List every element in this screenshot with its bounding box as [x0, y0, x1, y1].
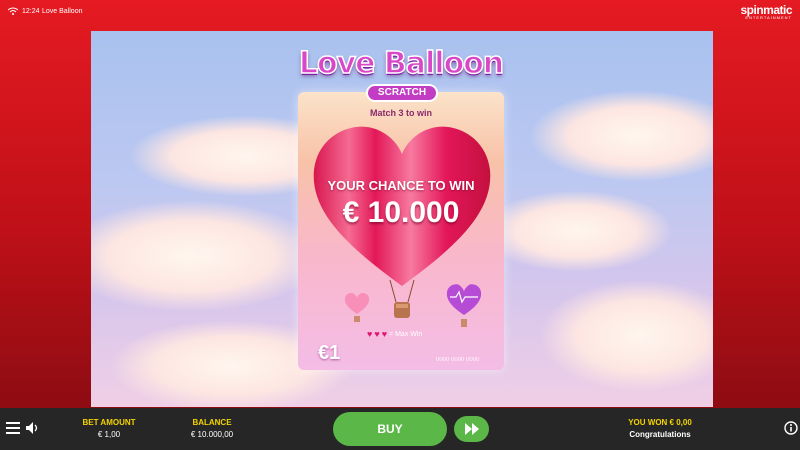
- small-balloon-left: [344, 293, 370, 322]
- max-win-legend: ♥ ♥ ♥ = Max Win: [367, 329, 422, 339]
- app-title: Love Balloon: [42, 8, 83, 15]
- ticket-price: €1: [318, 342, 341, 364]
- buy-button[interactable]: BUY: [333, 412, 447, 446]
- game-logo: Love Balloon SCRATCH: [288, 45, 514, 108]
- top-prize: € 10.000: [342, 196, 460, 229]
- wifi-icon: [8, 7, 18, 15]
- win-message: Congratulations: [629, 430, 691, 439]
- info-icon[interactable]: [784, 421, 798, 435]
- cloud: [531, 91, 713, 181]
- match-instruction: Match 3 to win: [369, 108, 432, 118]
- brand-logo-tag: ENTERTAINMENT: [745, 15, 792, 20]
- chance-to-win-text: YOUR CHANCE TO WIN: [327, 178, 475, 193]
- ticket-serial: 0000 0000 0000: [436, 357, 480, 363]
- bet-amount-value[interactable]: € 1,00: [74, 430, 144, 439]
- game-title: Love Balloon: [298, 45, 505, 82]
- clock: 12:24: [22, 8, 40, 15]
- fast-forward-icon: [464, 423, 479, 435]
- sound-icon[interactable]: [26, 422, 40, 434]
- heart-icon: ♥: [381, 329, 388, 339]
- balance-label: BALANCE: [192, 418, 232, 427]
- win-amount-label: YOU WON € 0,00: [628, 418, 692, 427]
- cloud: [541, 281, 713, 391]
- balance-value: € 10.000,00: [190, 430, 234, 439]
- max-win-label: = Max Win: [389, 330, 423, 338]
- heart-icon: ♥: [374, 329, 380, 339]
- heart-icon: ♥: [367, 329, 373, 339]
- brand-logo: spinmatic ENTERTAINMENT: [740, 3, 792, 20]
- small-balloon-right: [446, 284, 482, 327]
- autoplay-button[interactable]: [454, 416, 489, 442]
- status-bar: 12:24 Love Balloon spinmatic ENTERTAINME…: [0, 0, 800, 24]
- cloud: [481, 191, 671, 271]
- cloud: [91, 201, 321, 311]
- menu-icon[interactable]: [6, 422, 20, 434]
- bet-amount-label: BET AMOUNT: [82, 418, 136, 427]
- game-subtitle-badge: SCRATCH: [366, 84, 438, 102]
